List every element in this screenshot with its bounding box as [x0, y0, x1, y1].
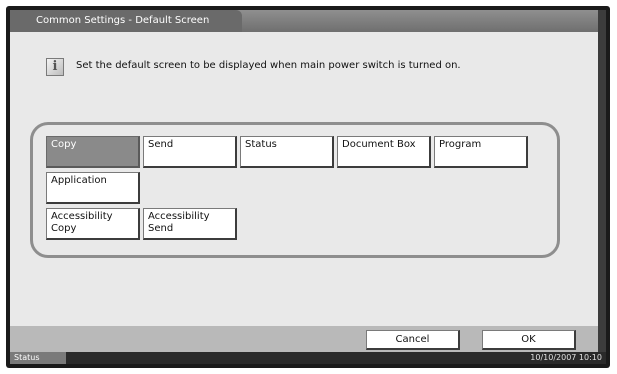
status-bar: Status 10/10/2007 10:10 — [10, 352, 606, 364]
option-application[interactable]: Application — [46, 172, 140, 204]
title-bar: Common Settings - Default Screen — [10, 10, 606, 32]
instruction-message: Set the default screen to be displayed w… — [76, 60, 461, 71]
ok-button[interactable]: OK — [482, 330, 576, 350]
info-icon: i — [46, 58, 64, 76]
touch-screen: Common Settings - Default Screen i Set t… — [10, 10, 606, 364]
option-document-box[interactable]: Document Box — [337, 136, 431, 168]
option-program[interactable]: Program — [434, 136, 528, 168]
bottom-button-bar: Cancel OK — [10, 326, 606, 352]
option-status[interactable]: Status — [240, 136, 334, 168]
option-copy[interactable]: Copy — [46, 136, 140, 168]
page-title: Common Settings - Default Screen — [10, 10, 242, 32]
date-time: 10/10/2007 10:10 — [530, 353, 602, 362]
option-accessibility-send[interactable]: Accessibility Send — [143, 208, 237, 240]
status-button[interactable]: Status — [10, 352, 66, 364]
device-frame: Common Settings - Default Screen i Set t… — [6, 6, 610, 368]
cancel-button[interactable]: Cancel — [366, 330, 460, 350]
title-bar-edge — [598, 10, 606, 32]
option-accessibility-copy[interactable]: Accessibility Copy — [46, 208, 140, 240]
option-send[interactable]: Send — [143, 136, 237, 168]
